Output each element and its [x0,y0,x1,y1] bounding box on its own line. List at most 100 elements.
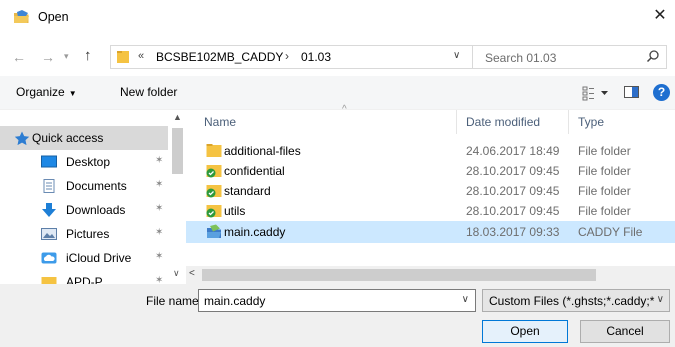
address-row: ← → ▾ ↑ « BCSBE102MB_CADDY › 01.03 ∨ ↻ S… [0,40,675,74]
file-type: File folder [578,164,631,178]
file-type-filter-select[interactable]: Custom Files (*.ghsts;*.caddy;*. ∨ [482,289,670,312]
up-arrow-icon[interactable]: ↑ [84,47,92,64]
file-name-value: main.caddy [204,294,266,308]
address-dropdown-icon[interactable]: ∨ [453,50,460,61]
nav-item-icloud-drive[interactable]: iCloud Drive ✶ [0,246,168,270]
file-date: 28.10.2017 09:45 [466,204,560,218]
horizontal-scrollbar[interactable]: < [186,266,675,284]
star-icon [14,131,30,145]
file-date: 28.10.2017 09:45 [466,164,560,178]
file-type: File folder [578,204,631,218]
scrollbar-thumb[interactable] [172,128,183,174]
file-name-input[interactable]: main.caddy ∨ [198,289,476,312]
file-name: main.caddy [224,225,286,239]
preview-pane-icon[interactable] [624,86,639,98]
file-list: ^ Name Date modified Type additional-fil… [186,104,675,284]
close-icon: ✕ [653,7,667,24]
search-placeholder: Search 01.03 [485,51,557,65]
view-options-icon[interactable] [582,85,610,101]
file-row-confidential[interactable]: confidential 28.10.2017 09:45 File folde… [186,160,675,182]
chevron-down-icon: ▼ [68,89,77,98]
search-icon [646,50,659,63]
chevron-down-icon[interactable]: ∨ [462,294,469,305]
file-date: 24.06.2017 18:49 [466,144,560,158]
pin-icon: ✶ [155,227,164,238]
file-row-additional-files[interactable]: additional-files 24.06.2017 18:49 File f… [186,140,675,162]
nav-label-pictures: Pictures [66,227,110,241]
nav-item-pictures[interactable]: Pictures ✶ [0,222,168,246]
back-arrow-icon[interactable]: ← [12,49,26,65]
chevron-down-icon: ∨ [654,294,664,305]
organize-label: Organize [16,85,65,99]
title-bar: Open ✕ [0,0,675,34]
forward-arrow-icon[interactable]: → [41,49,55,65]
window-title: Open [38,10,69,24]
pin-icon: ✶ [155,203,164,214]
file-date: 18.03.2017 09:33 [466,225,560,239]
file-type: CADDY File [578,225,643,239]
open-dialog-icon [14,10,29,23]
column-divider[interactable] [568,110,569,134]
synced-folder-icon [206,185,222,198]
file-row-utils[interactable]: utils 28.10.2017 09:45 File folder [186,200,675,222]
scroll-left-icon[interactable]: < [189,268,195,279]
file-name: additional-files [224,144,301,158]
file-type: File folder [578,184,631,198]
overflow-chevron[interactable]: « [138,50,144,62]
close-button[interactable]: ✕ [645,0,675,34]
pictures-icon [41,228,57,240]
column-divider[interactable] [456,110,457,134]
nav-item-downloads[interactable]: Downloads ✶ [0,198,168,222]
cancel-button[interactable]: Cancel [580,320,670,343]
folder-icon [117,51,129,63]
new-folder-button[interactable]: New folder [120,85,177,99]
nav-label-desktop: Desktop [66,155,111,169]
file-date: 28.10.2017 09:45 [466,184,560,198]
file-row-main-caddy[interactable]: main.caddy 18.03.2017 09:33 CADDY File [186,221,675,243]
help-icon[interactable]: ? [653,84,670,101]
column-header-name[interactable]: Name [204,110,236,134]
nav-item-quick-access[interactable]: Quick access [0,126,168,150]
desktop-icon [41,155,57,168]
sort-ascending-icon: ^ [342,104,347,115]
file-type: File folder [578,144,631,158]
breadcrumb-segment-parent[interactable]: BCSBE102MB_CADDY [156,50,283,64]
synced-folder-icon [206,165,222,178]
caddy-file-icon [207,224,221,238]
synced-folder-icon [206,205,222,218]
file-row-standard[interactable]: standard 28.10.2017 09:45 File folder [186,180,675,202]
cloud-icon [41,252,57,264]
search-input[interactable]: Search 01.03 [472,45,667,69]
navigation-pane: Quick access Desktop ✶ Documents ✶ Downl… [0,110,186,289]
scroll-up-icon[interactable]: ▲ [173,112,182,122]
breadcrumb-segment-current[interactable]: 01.03 [301,50,331,64]
pin-icon: ✶ [155,179,164,190]
recent-locations-chevron-icon[interactable]: ▾ [64,51,69,62]
file-name: utils [224,204,246,218]
nav-item-documents[interactable]: Documents ✶ [0,174,168,198]
file-name: standard [224,184,271,198]
address-bar[interactable]: « BCSBE102MB_CADDY › 01.03 ∨ ↻ [110,45,500,69]
scroll-down-icon[interactable]: ∨ [173,268,180,279]
pin-icon: ✶ [155,251,164,262]
breadcrumb-separator[interactable]: › [285,49,289,63]
nav-label-quick-access: Quick access [32,131,104,145]
nav-label-documents: Documents [66,179,127,193]
organize-menu-button[interactable]: Organize ▼ [16,85,77,99]
column-header-date-modified[interactable]: Date modified [466,110,540,134]
column-header-type[interactable]: Type [578,110,604,134]
navigation-scrollbar[interactable]: ▲ ∨ [170,110,185,284]
documents-icon [43,179,55,193]
scrollbar-thumb[interactable] [202,269,596,281]
file-name-label: File name: [146,294,203,308]
pin-icon: ✶ [155,155,164,166]
downloads-icon [42,203,56,217]
nav-label-downloads: Downloads [66,203,126,217]
file-type-filter-value: Custom Files (*.ghsts;*.caddy;*. [489,294,658,308]
command-bar: Organize ▼ New folder ? [0,76,675,110]
open-button[interactable]: Open [482,320,568,343]
nav-item-desktop[interactable]: Desktop ✶ [0,150,168,174]
file-name: confidential [224,164,285,178]
dialog-footer: File name: main.caddy ∨ Custom Files (*.… [0,284,675,347]
nav-label-icloud-drive: iCloud Drive [66,251,132,265]
